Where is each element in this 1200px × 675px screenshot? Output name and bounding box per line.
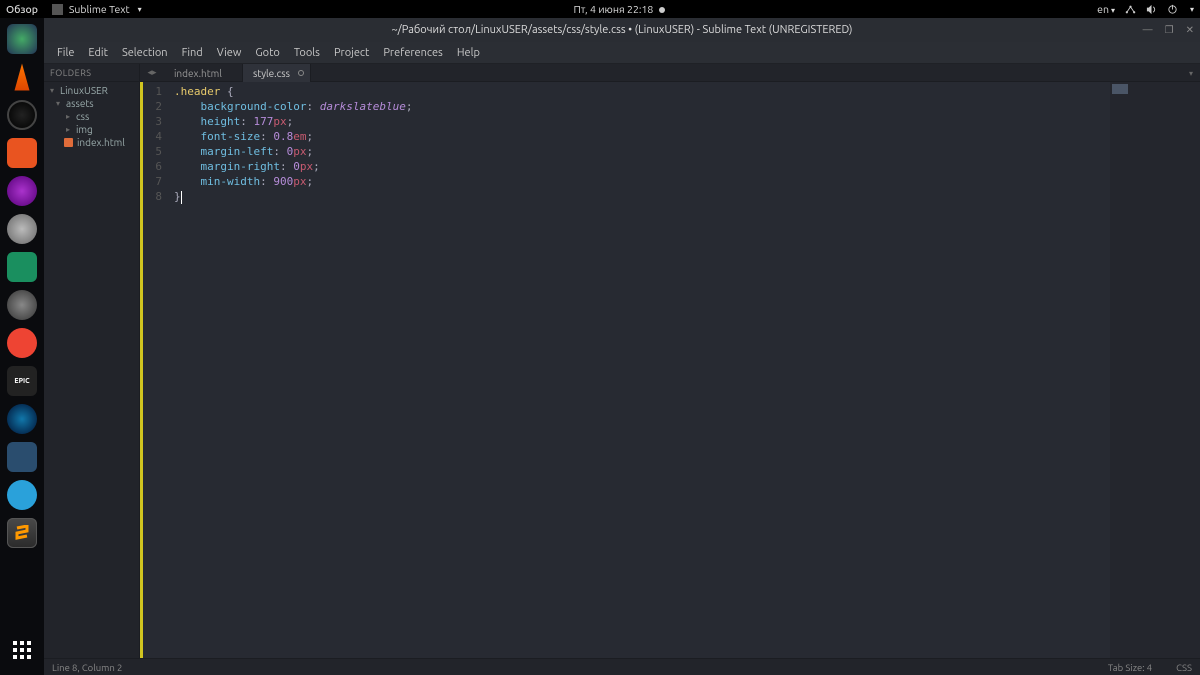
text-cursor	[181, 191, 182, 204]
notification-dot-icon	[659, 7, 665, 13]
appmenu-label: Sublime Text	[69, 3, 130, 15]
status-syntax[interactable]: CSS	[1176, 662, 1192, 673]
dock-browser-icon[interactable]	[7, 24, 37, 54]
tab-history-nav[interactable]: ◂▸	[140, 64, 164, 81]
dock-software-icon[interactable]	[7, 138, 37, 168]
system-top-bar: Обзор Sublime Text ▾ Пт, 4 июня 22:18 en…	[0, 0, 1200, 18]
menu-preferences[interactable]: Preferences	[376, 47, 450, 59]
window-title: ~/Рабочий стол/LinuxUSER/assets/css/styl…	[391, 24, 852, 36]
status-position[interactable]: Line 8, Column 2	[52, 662, 122, 673]
activities-button[interactable]: Обзор	[6, 3, 38, 15]
tabstrip-row: FOLDERS ◂▸ index.html style.css ▾	[44, 64, 1200, 82]
menu-project[interactable]: Project	[327, 47, 376, 59]
menu-help[interactable]: Help	[450, 47, 487, 59]
menu-edit[interactable]: Edit	[81, 47, 115, 59]
tab-label: index.html	[174, 68, 222, 79]
tab-indexhtml[interactable]: index.html	[164, 64, 243, 82]
minimize-button[interactable]: —	[1143, 24, 1153, 36]
dock-hardware-icon[interactable]	[7, 252, 37, 282]
sublime-window: ~/Рабочий стол/LinuxUSER/assets/css/styl…	[44, 18, 1200, 675]
html-file-icon	[64, 138, 73, 147]
appmenu[interactable]: Sublime Text ▾	[52, 3, 142, 15]
code-area[interactable]: .header { background-color: darkslateblu…	[170, 82, 1110, 658]
menu-find[interactable]: Find	[175, 47, 210, 59]
clock[interactable]: Пт, 4 июня 22:18	[142, 3, 1097, 15]
dock-dev-icon[interactable]	[7, 176, 37, 206]
tab-stylecss[interactable]: style.css	[243, 64, 311, 82]
tab-label: style.css	[253, 68, 290, 79]
chevron-right-icon: ▸	[64, 112, 72, 121]
sidebar-header: FOLDERS	[44, 64, 140, 81]
dock-red-icon[interactable]	[7, 328, 37, 358]
menubar: File Edit Selection Find View Goto Tools…	[44, 42, 1200, 64]
dock-settings-icon[interactable]	[7, 290, 37, 320]
chevron-down-icon: ▾	[54, 99, 62, 108]
chevron-down-icon: ▾	[48, 86, 56, 95]
folder-img[interactable]: ▸img	[44, 123, 139, 136]
menu-file[interactable]: File	[50, 47, 81, 59]
dock-vlc-icon[interactable]	[7, 62, 37, 92]
dock-telegram-icon[interactable]	[7, 480, 37, 510]
status-tabsize[interactable]: Tab Size: 4	[1108, 662, 1152, 673]
chevron-right-icon: ▸	[64, 125, 72, 134]
power-icon[interactable]	[1167, 4, 1178, 15]
keyboard-layout[interactable]: en▾	[1097, 3, 1115, 15]
menu-goto[interactable]: Goto	[248, 47, 286, 59]
titlebar: ~/Рабочий стол/LinuxUSER/assets/css/styl…	[44, 18, 1200, 42]
folder-project[interactable]: ▾LinuxUSER	[44, 84, 139, 97]
file-indexhtml[interactable]: index.html	[44, 136, 139, 149]
minimap[interactable]	[1110, 82, 1200, 658]
folder-css[interactable]: ▸css	[44, 110, 139, 123]
dock-obs-icon[interactable]	[7, 100, 37, 130]
menu-selection[interactable]: Selection	[115, 47, 175, 59]
chevron-down-icon[interactable]: ▾	[1190, 5, 1194, 14]
dock-epic-icon[interactable]: EPIC	[7, 366, 37, 396]
close-button[interactable]: ✕	[1186, 24, 1194, 36]
dock-steam-icon[interactable]	[7, 404, 37, 434]
volume-icon[interactable]	[1146, 4, 1157, 15]
dock-sublime-icon[interactable]	[7, 518, 37, 548]
sidebar: ▾LinuxUSER ▾assets ▸css ▸img index.html	[44, 82, 140, 658]
dock: EPIC	[0, 18, 44, 675]
tab-dropdown-icon[interactable]: ▾	[1184, 64, 1198, 82]
maximize-button[interactable]: ❐	[1165, 24, 1174, 36]
dock-updater-icon[interactable]	[7, 214, 37, 244]
menu-tools[interactable]: Tools	[287, 47, 327, 59]
dock-battlenet-icon[interactable]	[7, 442, 37, 472]
statusbar: Line 8, Column 2 Tab Size: 4 CSS	[44, 658, 1200, 675]
editor[interactable]: 12345678 .header { background-color: dar…	[140, 82, 1200, 658]
folder-assets[interactable]: ▾assets	[44, 97, 139, 110]
gutter: 12345678	[140, 82, 170, 658]
show-apps-button[interactable]	[7, 635, 37, 665]
modified-dot-icon	[298, 70, 304, 76]
sublime-icon	[52, 4, 63, 15]
menu-view[interactable]: View	[210, 47, 249, 59]
network-icon[interactable]	[1125, 4, 1136, 15]
